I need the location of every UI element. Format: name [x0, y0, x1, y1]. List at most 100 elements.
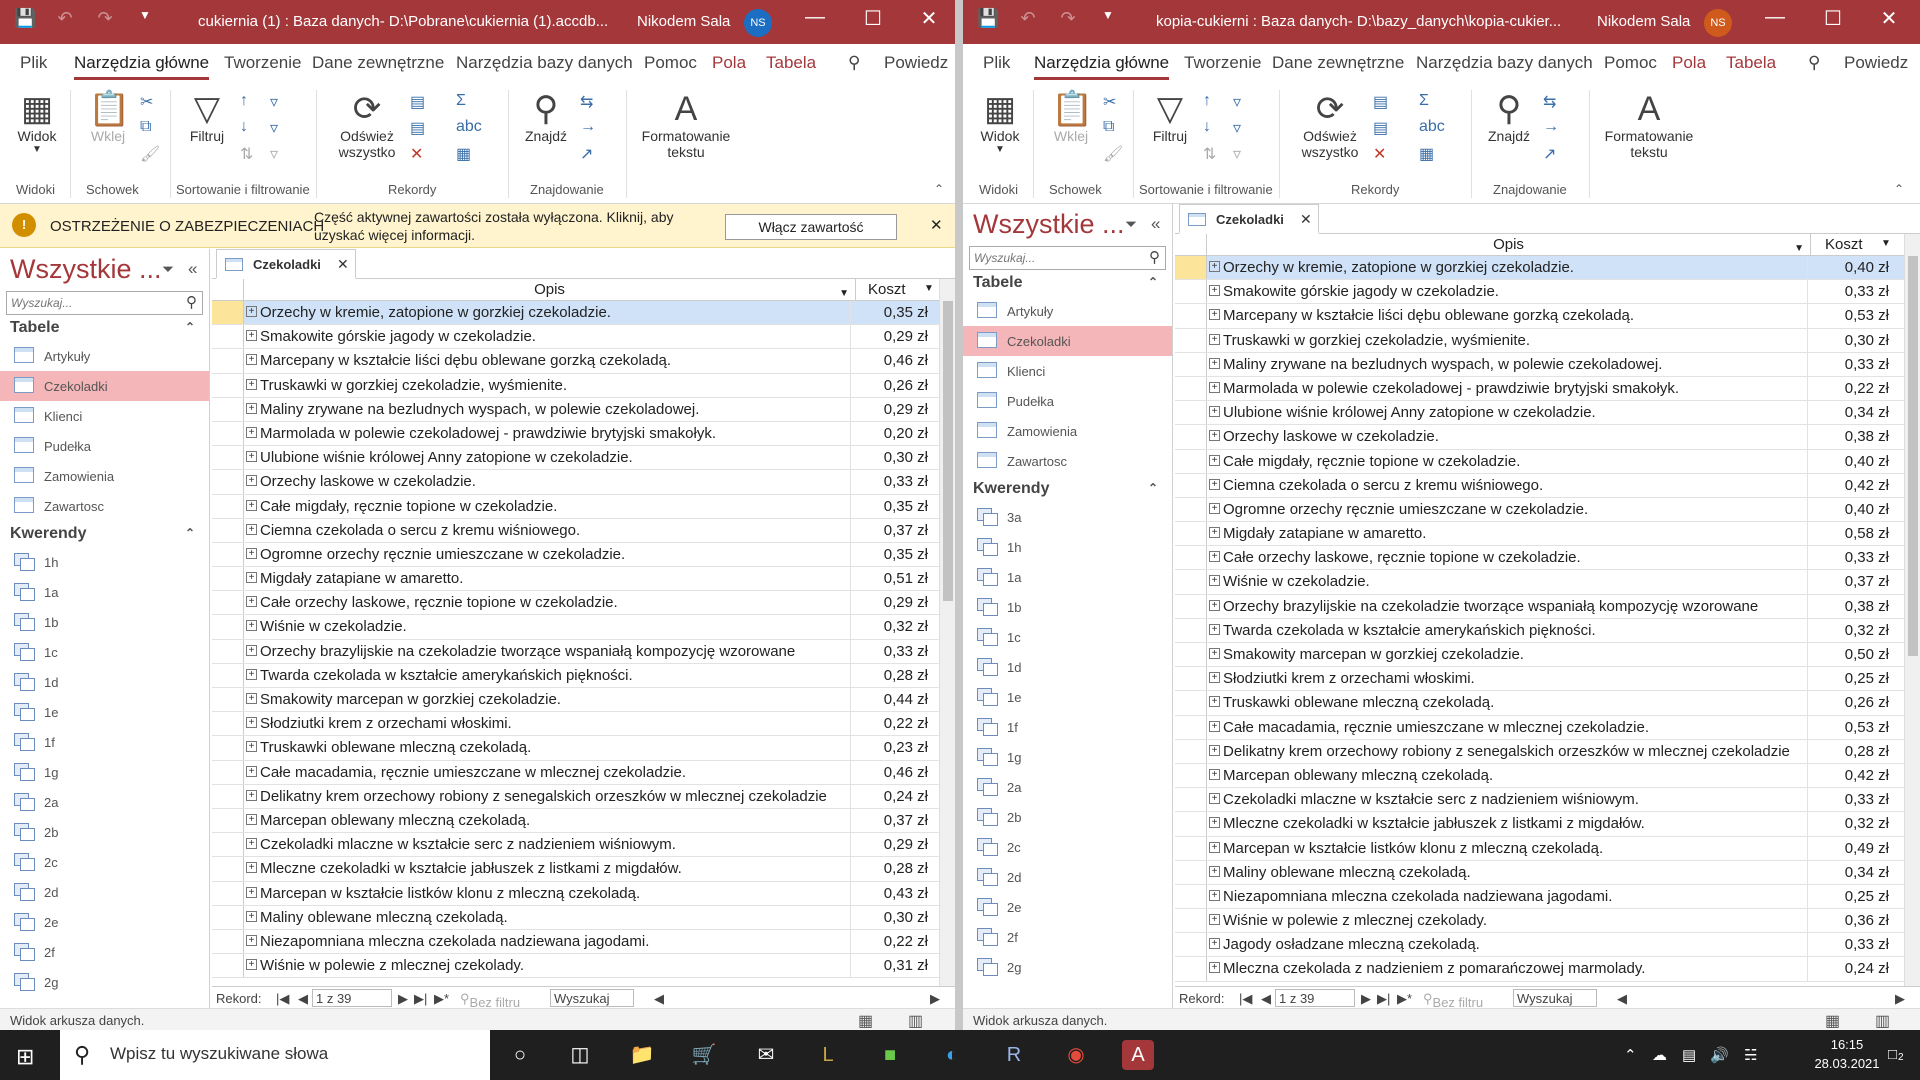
- cell-opis[interactable]: Całe orzechy laskowe, ręcznie topione w …: [1223, 549, 1801, 566]
- table-row[interactable]: + Truskawki oblewane mleczną czekoladą. 0,…: [1175, 691, 1920, 716]
- last-record-icon[interactable]: ▶|: [414, 991, 427, 1007]
- user-name[interactable]: Nikodem Sala: [1597, 13, 1690, 30]
- queries-header[interactable]: Kwerendy ⌃: [0, 521, 209, 547]
- cell-opis[interactable]: Całe orzechy laskowe, ręcznie topione w …: [260, 594, 844, 611]
- nav-query-item[interactable]: 2a: [0, 787, 209, 817]
- cell-opis[interactable]: Jagody osładzane mleczną czekoladą.: [1223, 936, 1801, 953]
- record-selector[interactable]: [1175, 449, 1207, 473]
- tab-czekoladki[interactable]: Czekoladki ✕: [216, 249, 356, 279]
- view-button[interactable]: ▦ Widok ▼: [977, 90, 1023, 155]
- nav-query-item[interactable]: 1a: [0, 577, 209, 607]
- table-row[interactable]: + Smakowity marcepan w gorzkiej czekoladz…: [1175, 643, 1920, 668]
- table-row[interactable]: + Orzechy laskowe w czekoladzie. 0,38 zł: [1175, 425, 1920, 450]
- nav-table-item[interactable]: Artykuły: [0, 341, 209, 371]
- cell-opis[interactable]: Całe macadamia, ręcznie umieszczane w ml…: [260, 764, 844, 781]
- find-button[interactable]: ⚲ Znajdź: [1483, 90, 1535, 144]
- record-selector[interactable]: [1175, 401, 1207, 425]
- minimize-icon[interactable]: —: [800, 6, 830, 29]
- cell-opis[interactable]: Ciemna czekolada o sercu z kremu wiśniow…: [1223, 477, 1801, 494]
- nav-query-item[interactable]: 1a: [963, 562, 1172, 592]
- collapse-ribbon-icon[interactable]: ⌃: [1894, 182, 1904, 196]
- nav-query-item[interactable]: 2g: [0, 967, 209, 997]
- cell-koszt[interactable]: 0,33 zł: [1815, 791, 1889, 808]
- cell-koszt[interactable]: 0,58 zł: [1815, 525, 1889, 542]
- cell-koszt[interactable]: 0,38 zł: [1815, 598, 1889, 615]
- cell-opis[interactable]: Czekoladki mlaczne w kształcie serc z na…: [1223, 791, 1801, 808]
- column-header-opis[interactable]: Opis ▼: [244, 279, 856, 301]
- selection-filter-icon[interactable]: ▿: [1233, 92, 1241, 112]
- copy-icon[interactable]: ⧉: [1103, 118, 1114, 136]
- new-record-nav-icon[interactable]: ▶*: [434, 991, 449, 1007]
- cell-koszt[interactable]: 0,33 zł: [1815, 549, 1889, 566]
- notifications-icon[interactable]: □: [1888, 1046, 1897, 1063]
- cell-opis[interactable]: Delikatny krem orzechowy robiony z seneg…: [260, 788, 844, 805]
- record-selector[interactable]: [212, 784, 244, 808]
- text-formatting-button[interactable]: A Formatowanie tekstu: [636, 90, 736, 160]
- nav-menu-icon[interactable]: ⏷: [1125, 216, 1137, 233]
- refresh-all-button[interactable]: ⟳ Odśwież wszystko: [1295, 90, 1365, 160]
- record-selector[interactable]: [1175, 352, 1207, 376]
- expand-icon[interactable]: +: [1209, 599, 1220, 611]
- expand-icon[interactable]: +: [1209, 454, 1220, 466]
- customize-qat-icon[interactable]: ▼: [134, 8, 156, 29]
- tab-plik[interactable]: Plik: [20, 53, 47, 73]
- nav-table-item[interactable]: Czekoladki: [963, 326, 1172, 356]
- cell-koszt[interactable]: 0,25 zł: [1815, 888, 1889, 905]
- expand-icon[interactable]: +: [246, 330, 257, 342]
- record-selector[interactable]: [212, 446, 244, 470]
- cell-opis[interactable]: Marcepan oblewany mleczną czekoladą.: [260, 812, 844, 829]
- table-row[interactable]: + Marcepan w kształcie listków klonu z ml…: [1175, 836, 1920, 861]
- expand-icon[interactable]: +: [246, 426, 257, 438]
- maximize-icon[interactable]: ☐: [1818, 6, 1848, 31]
- remove-sort-icon[interactable]: ⇅: [240, 144, 253, 164]
- goto-icon[interactable]: →: [1543, 118, 1559, 136]
- cell-opis[interactable]: Marcepan oblewany mleczną czekoladą.: [1223, 767, 1801, 784]
- cell-opis[interactable]: Wiśnie w polewie z mlecznej czekolady.: [1223, 912, 1801, 929]
- format-painter-icon[interactable]: 🖌: [1103, 144, 1123, 164]
- expand-icon[interactable]: +: [1209, 793, 1220, 805]
- expand-icon[interactable]: +: [1209, 381, 1220, 393]
- copy-icon[interactable]: ⧉: [140, 118, 151, 136]
- access-icon[interactable]: A: [1122, 1040, 1154, 1070]
- table-row[interactable]: + Truskawki oblewane mleczną czekoladą. 0,…: [212, 736, 955, 761]
- table-row[interactable]: + Orzechy w kremie, zatopione w gorzkiej …: [1175, 256, 1920, 281]
- expand-icon[interactable]: +: [246, 934, 257, 946]
- cell-opis[interactable]: Orzechy w kremie, zatopione w gorzkiej c…: [1223, 259, 1801, 276]
- more-icon[interactable]: ▦: [456, 144, 471, 164]
- taskbar-search[interactable]: ⚲ Wpisz tu wyszukiwane słowa: [60, 1030, 490, 1080]
- windows-start-icon[interactable]: ⊞: [16, 1044, 34, 1070]
- cell-opis[interactable]: Mleczne czekoladki w kształcie jabłuszek…: [1223, 815, 1801, 832]
- record-selector[interactable]: [1175, 691, 1207, 715]
- tab-home[interactable]: Narzędzia główne: [1034, 53, 1170, 80]
- table-row[interactable]: + Truskawki w gorzkiej czekoladzie, wyśmi…: [212, 373, 955, 398]
- cell-opis[interactable]: Truskawki oblewane mleczną czekoladą.: [1223, 694, 1801, 711]
- expand-icon[interactable]: +: [1209, 357, 1220, 369]
- select-icon[interactable]: ↗: [580, 144, 593, 164]
- table-row[interactable]: + Słodziutki krem z orzechami włoskimi. 0,…: [212, 712, 955, 737]
- cell-opis[interactable]: Marmolada w polewie czekoladowej - prawd…: [260, 425, 844, 442]
- tray-chevron-icon[interactable]: ⌃: [1624, 1046, 1637, 1064]
- scroll-right-icon[interactable]: ▶: [930, 991, 940, 1007]
- nav-title[interactable]: Wszystkie ...: [10, 254, 162, 285]
- delete-record-icon[interactable]: ✕: [1373, 144, 1386, 164]
- table-row[interactable]: + Niezapomniana mleczna czekolada nadziew…: [1175, 884, 1920, 910]
- mail-icon[interactable]: ✉: [750, 1040, 782, 1070]
- tab-create[interactable]: Tworzenie: [1184, 53, 1261, 73]
- sort-descending-icon[interactable]: ↓: [1203, 118, 1211, 136]
- record-selector[interactable]: [1175, 884, 1207, 909]
- expand-icon[interactable]: +: [1209, 575, 1220, 587]
- tab-external-data[interactable]: Dane zewnętrzne: [312, 53, 444, 73]
- table-row[interactable]: + Orzechy brazylijskie na czekoladzie two…: [212, 639, 955, 664]
- record-selector[interactable]: [212, 857, 244, 881]
- expand-icon[interactable]: +: [246, 572, 257, 584]
- customize-qat-icon[interactable]: ▼: [1097, 8, 1119, 29]
- table-row[interactable]: + Twarda czekolada w kształcie amerykańsk…: [212, 663, 955, 688]
- expand-icon[interactable]: +: [246, 959, 257, 971]
- nav-query-item[interactable]: 1f: [963, 712, 1172, 742]
- table-row[interactable]: + Marmolada w polewie czekoladowej - praw…: [212, 421, 955, 447]
- tell-me[interactable]: Powiedz: [1844, 53, 1908, 73]
- cell-opis[interactable]: Maliny oblewane mleczną czekoladą.: [260, 909, 844, 926]
- cell-koszt[interactable]: 0,35 zł: [858, 304, 928, 321]
- store-icon[interactable]: 🛒: [688, 1040, 720, 1070]
- close-icon[interactable]: ✕: [1874, 6, 1904, 31]
